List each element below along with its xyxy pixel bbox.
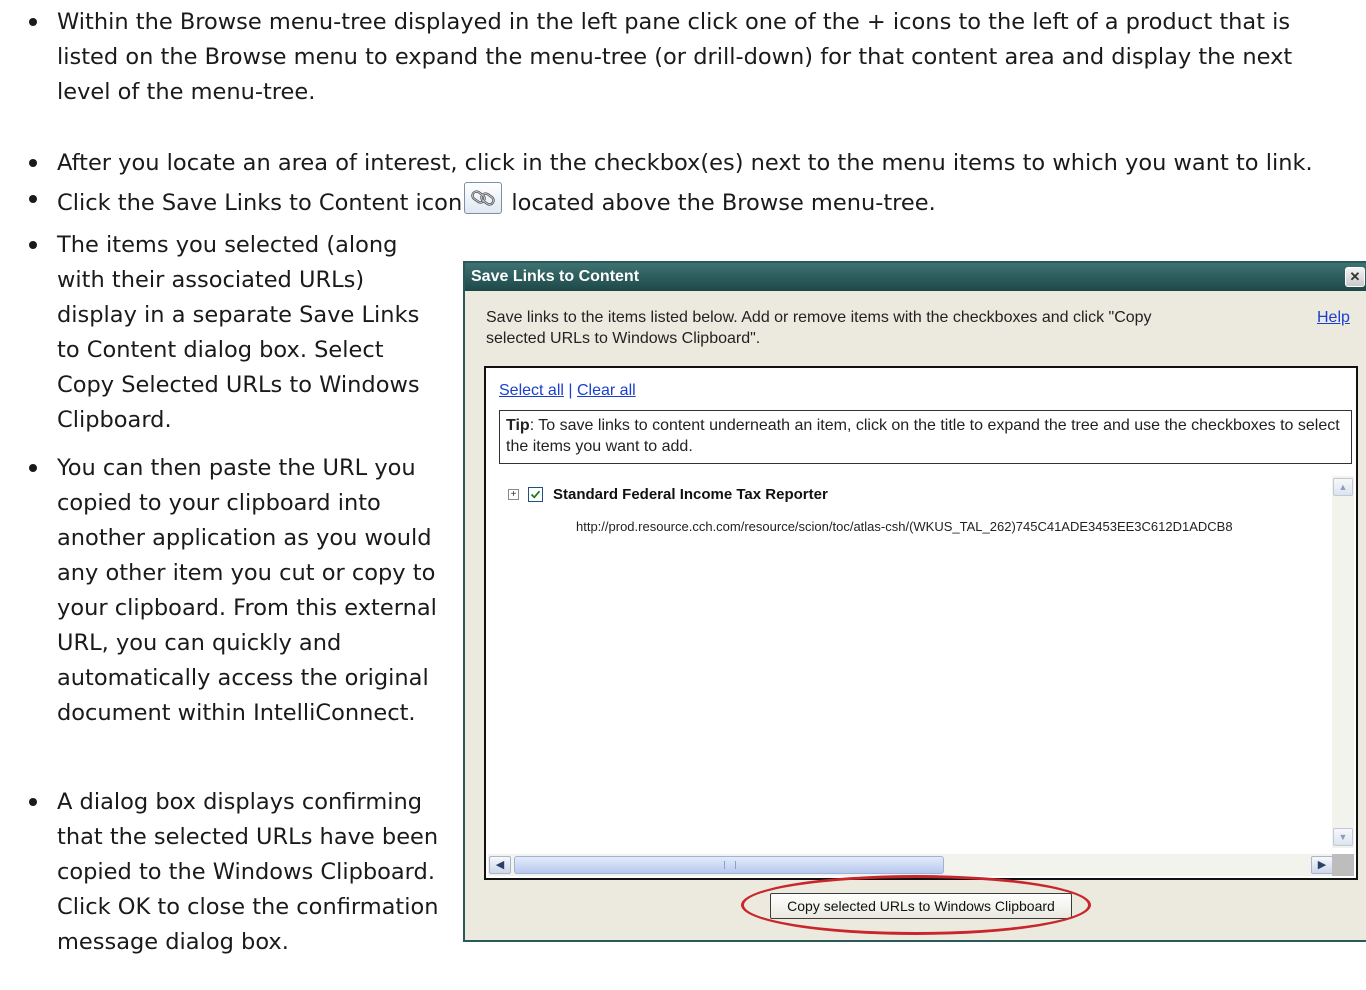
instruction-item-3: Click the Save Links to Content icon loc… [29,182,1357,221]
scrollbar-corner [1332,854,1354,876]
instruction-item-6: A dialog box displays confirming that th… [29,785,442,960]
bullet-dot [29,18,37,26]
help-link[interactable]: Help [1317,307,1350,328]
grip-icon [724,861,736,869]
scroll-right-icon[interactable]: ▶ [1311,856,1333,874]
scroll-up-icon[interactable]: ▲ [1333,478,1353,496]
instruction-text-after-icon: located above the Browse menu-tree. [511,190,936,216]
tip-box: Tip: To save links to content underneath… [499,410,1352,464]
scroll-left-icon[interactable]: ◀ [489,856,511,874]
instruction-text: After you locate an area of interest, cl… [57,150,1313,176]
item-checkbox[interactable] [528,487,543,502]
save-links-dialog: Save Links to Content ✕ Save links to th… [463,261,1366,942]
expand-icon[interactable]: + [508,489,519,500]
dialog-title: Save Links to Content [471,268,640,285]
bullet-dot [29,241,37,249]
links-tree: + Standard Federal Income Tax Reporter h… [486,476,1356,862]
dialog-title-bar: Save Links to Content ✕ [465,263,1366,291]
tip-label: Tip [506,417,530,434]
scroll-down-icon[interactable]: ▼ [1333,828,1353,846]
checkmark-icon [530,490,541,499]
selection-links: Select all | Clear all [499,382,636,400]
dialog-intro-text: Save links to the items listed below. Ad… [486,309,1152,347]
instruction-text: A dialog box displays confirming that th… [57,789,439,955]
instruction-item-4: The items you selected (along with their… [29,228,442,438]
bullet-dot [29,798,37,806]
instruction-item-5: You can then paste the URL you copied to… [29,451,442,731]
bullet-dot [29,464,37,472]
links-panel: Select all | Clear all Tip: To save link… [484,366,1358,880]
copy-urls-button[interactable]: Copy selected URLs to Windows Clipboard [770,893,1072,919]
tree-item-title[interactable]: Standard Federal Income Tax Reporter [553,484,828,506]
instruction-text-before-icon: Click the Save Links to Content icon [57,190,463,216]
tree-item: + Standard Federal Income Tax Reporter h… [508,484,1328,534]
tree-item-url: http://prod.resource.cch.com/resource/sc… [576,519,1233,534]
instruction-text: Within the Browse menu-tree displayed in… [57,9,1293,105]
tip-text: : To save links to content underneath an… [506,417,1340,455]
horizontal-scrollbar[interactable]: ◀ ▶ [488,854,1334,876]
horizontal-scroll-thumb[interactable] [514,856,944,874]
vertical-scrollbar[interactable]: ▲ ▼ [1332,476,1354,848]
instruction-text: The items you selected (along with their… [57,232,420,433]
instruction-item-1: Within the Browse menu-tree displayed in… [29,5,1347,110]
instruction-item-2: After you locate an area of interest, cl… [29,146,1357,181]
instruction-text: Click the Save Links to Content icon loc… [57,182,1357,221]
bullet-dot [29,159,37,167]
close-icon[interactable]: ✕ [1345,267,1365,287]
clear-all-link[interactable]: Clear all [577,382,636,399]
select-all-link[interactable]: Select all [499,382,564,399]
instruction-text: You can then paste the URL you copied to… [57,455,437,726]
link-separator: | [568,382,573,399]
bullet-dot [29,195,37,203]
chain-link-icon [464,182,503,214]
